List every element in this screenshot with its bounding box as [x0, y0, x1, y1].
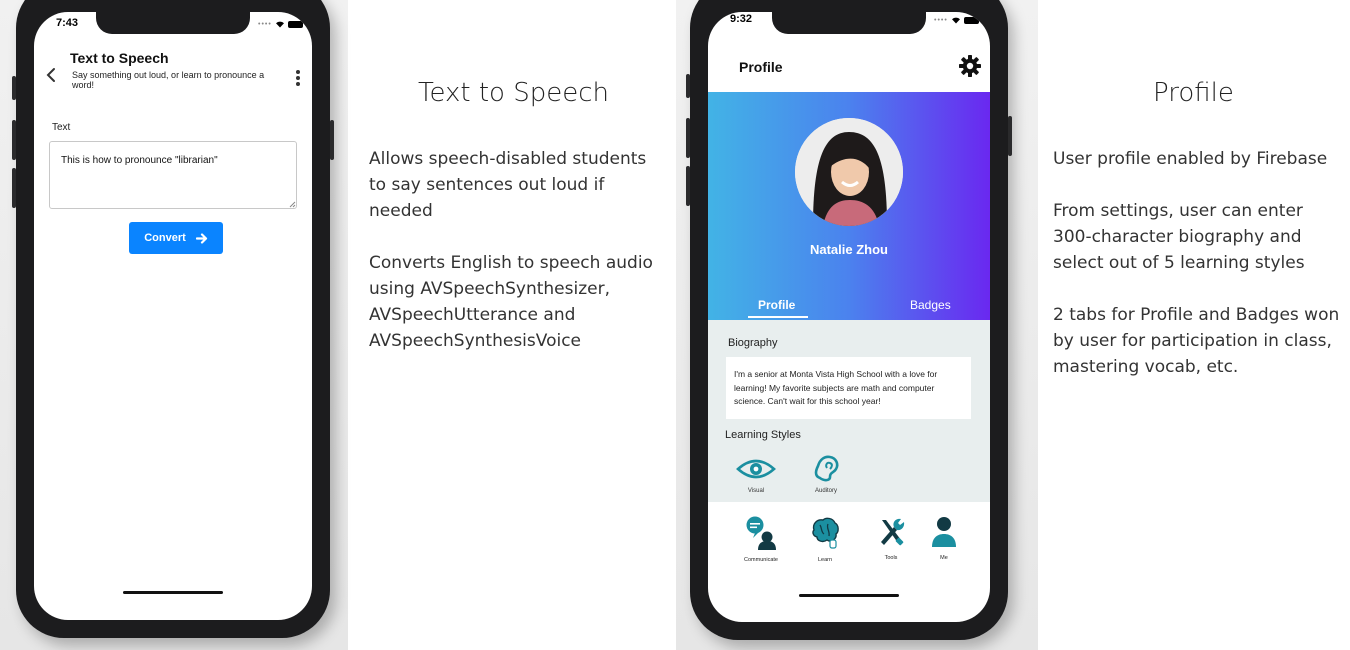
tabbar-label: Communicate — [744, 557, 778, 563]
learning-style-label: Auditory — [814, 488, 837, 494]
status-icons: •••• — [258, 20, 303, 28]
side-button — [686, 166, 690, 206]
status-time: 7:43 — [56, 17, 79, 29]
tabbar-communicate[interactable]: Communicate — [734, 516, 788, 563]
profile-content: Biography I'm a senior at Monta Vista Hi… — [708, 320, 990, 502]
text-field-label: Text — [52, 122, 71, 133]
caption-paragraph: Allows speech-disabled students to say s… — [369, 149, 647, 221]
learning-style-label: Visual — [747, 488, 765, 494]
status-icons: •••• — [934, 16, 979, 24]
profile-banner: Natalie Zhou Profile Badges — [708, 92, 990, 320]
resize-grip-icon[interactable] — [289, 201, 296, 208]
profile-photo — [795, 118, 903, 226]
side-button — [1008, 116, 1012, 156]
eye-icon — [736, 459, 776, 479]
side-button — [686, 118, 690, 158]
signal-icon: •••• — [258, 20, 272, 28]
person-icon — [932, 517, 956, 547]
side-button — [12, 120, 16, 160]
avatar — [795, 118, 903, 226]
tabbar-tools[interactable]: Tools — [864, 516, 918, 561]
biography-label: Biography — [728, 337, 778, 349]
tab-profile[interactable]: Profile — [758, 298, 795, 312]
caption-title-profile: Profile — [1153, 78, 1234, 108]
tabbar-me[interactable]: Me — [917, 516, 971, 561]
learning-style-visual: Visual — [736, 456, 776, 494]
active-tab-indicator — [748, 316, 808, 318]
side-button — [12, 76, 16, 100]
tabbar-label: Tools — [884, 555, 898, 561]
biography-text: I'm a senior at Monta Vista High School … — [726, 357, 971, 419]
brain-icon — [812, 517, 839, 549]
caption-paragraph: User profile enabled by Firebase — [1053, 149, 1328, 169]
signal-icon: •••• — [934, 16, 948, 24]
back-chevron-icon[interactable] — [44, 66, 58, 84]
caption-paragraph: 2 tabs for Profile and Badges won by use… — [1053, 305, 1340, 377]
learning-styles-label: Learning Styles — [725, 429, 801, 441]
ear-icon — [814, 455, 839, 482]
learning-style-auditory: Auditory — [806, 454, 846, 494]
battery-icon — [287, 20, 303, 28]
arrow-right-icon — [195, 232, 207, 244]
caption-title-text-to-speech: Text to Speech — [418, 78, 609, 108]
user-name: Natalie Zhou — [809, 242, 888, 257]
caption-paragraph: From settings, user can enter 300-charac… — [1053, 201, 1305, 273]
phone-screen: 7:43 •••• Text to Speech Say something o… — [34, 12, 312, 620]
more-options-icon[interactable] — [296, 70, 300, 88]
side-button — [686, 74, 690, 98]
battery-icon — [963, 16, 979, 24]
page-title: Text to Speech — [70, 50, 169, 66]
phone-frame-profile: 9:32 •••• Profile Natalie Zhou Profile B… — [686, 0, 1012, 640]
phone-frame-text-to-speech: 7:43 •••• Text to Speech Say something o… — [12, 0, 334, 638]
text-input[interactable]: This is how to pronounce "librarian" — [49, 141, 297, 209]
home-indicator — [123, 591, 223, 594]
notch — [772, 12, 926, 34]
wifi-icon — [951, 17, 960, 24]
tabbar-label: Me — [940, 555, 948, 561]
home-indicator — [799, 594, 899, 597]
phone-screen: 9:32 •••• Profile Natalie Zhou Profile B… — [708, 12, 990, 622]
convert-button-label: Convert — [144, 232, 186, 244]
notch — [96, 12, 250, 34]
status-time: 9:32 — [730, 13, 753, 25]
side-button — [330, 120, 334, 160]
tabbar-label: Learn — [817, 557, 833, 563]
tabbar-learn[interactable]: Learn — [798, 516, 852, 563]
page-subtitle: Say something out loud, or learn to pron… — [72, 70, 265, 90]
convert-button[interactable]: Convert — [129, 222, 223, 254]
tab-badges[interactable]: Badges — [910, 298, 951, 312]
page-title: Profile — [739, 59, 783, 75]
gear-icon[interactable] — [958, 54, 982, 78]
tools-icon — [881, 518, 905, 546]
wifi-icon — [275, 21, 284, 28]
caption-paragraph: Converts English to speech audio using A… — [369, 253, 653, 351]
communicate-icon — [746, 516, 776, 550]
side-button — [12, 168, 16, 208]
